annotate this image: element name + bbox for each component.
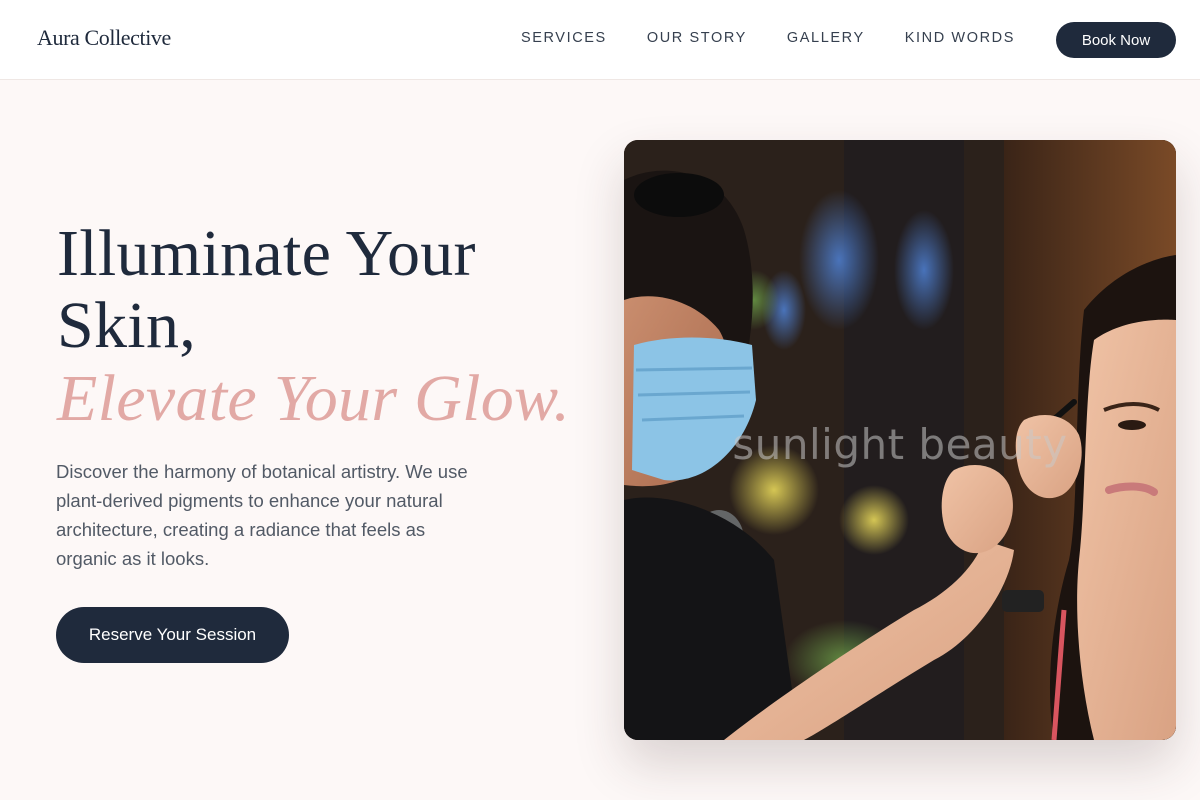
- hero-title-accent: Elevate Your Glow.: [57, 362, 571, 435]
- hero-title-line-2: Skin,: [57, 289, 197, 362]
- brand-logo[interactable]: Aura Collective: [37, 25, 171, 51]
- main-nav: SERVICES OUR STORY GALLERY KIND WORDS: [521, 30, 1015, 46]
- hero-description: Discover the harmony of botanical artist…: [56, 461, 468, 569]
- reserve-session-button[interactable]: Reserve Your Session: [56, 607, 289, 663]
- hero-image: sunlight beauty: [624, 140, 1176, 740]
- site-header: Aura Collective SERVICES OUR STORY GALLE…: [0, 0, 1200, 80]
- nav-item-kind-words[interactable]: KIND WORDS: [905, 30, 1015, 46]
- image-watermark-caption: sunlight beauty: [732, 420, 1068, 469]
- book-now-button[interactable]: Book Now: [1056, 22, 1176, 58]
- hero-title: Illuminate Your Skin, Elevate Your Glow.: [57, 218, 577, 436]
- hero-title-line-1: Illuminate Your: [57, 217, 476, 290]
- nav-item-our-story[interactable]: OUR STORY: [647, 30, 747, 46]
- nav-item-gallery[interactable]: GALLERY: [787, 30, 865, 46]
- nav-item-services[interactable]: SERVICES: [521, 30, 607, 46]
